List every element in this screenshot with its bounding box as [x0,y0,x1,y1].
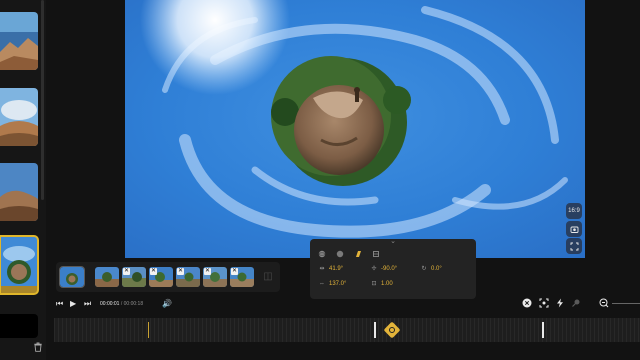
clip-item[interactable]: ✕ [176,267,200,287]
media-thumb-empty[interactable] [0,314,38,338]
focus-target-icon[interactable] [538,298,549,309]
media-thumb-coast[interactable] [0,12,38,70]
strip-scrollbar[interactable] [41,0,44,200]
clip-remove-icon[interactable]: ✕ [231,268,238,275]
timeline-ticks [54,318,640,342]
screenshot-icon[interactable] [566,221,582,237]
lightning-icon[interactable] [554,298,565,309]
skip-back-icon[interactable]: ⏮ [56,299,63,309]
playhead-marker[interactable] [148,322,149,338]
keyframe-marker[interactable] [374,322,376,338]
zoom-slider-track[interactable] [612,303,640,304]
yaw-icon: ⇔ [319,281,325,287]
fov-icon: ⇹ [319,266,325,272]
layers-icon[interactable] [372,250,380,258]
roll-icon: ↻ [421,266,427,272]
clip-remove-icon[interactable]: ✕ [123,268,130,275]
media-thumb-planet-1[interactable] [0,88,38,146]
zoom-value: 1.00 [381,281,393,287]
media-thumb-tiny-planet-selected[interactable] [0,235,39,295]
add-clip-icon[interactable]: ◫ [262,271,274,283]
circle-icon[interactable] [336,250,344,258]
close-circle-icon[interactable] [521,298,532,309]
pin-icon[interactable] [570,298,581,309]
trash-icon[interactable] [33,342,43,352]
view-params-panel: ⌄ ⇹ 41.9° ✢ -90.0° ↻ 0.0° ⇔ 137.0° ⊡ 1.00 [310,238,476,299]
video-preview[interactable] [125,0,585,258]
zoom-param[interactable]: ⊡ 1.00 [370,280,393,288]
clip-item[interactable]: ✕ [230,267,254,287]
clip-item[interactable] [59,266,85,288]
fullscreen-icon[interactable] [566,238,582,254]
roll-param[interactable]: ↻ 0.0° [420,265,442,273]
yaw-param[interactable]: ⇔ 137.0° [318,280,346,288]
zoom-out-icon[interactable] [598,298,609,309]
clip-row: ✕ ✕ ✕ ✕ ✕ ◫ [56,262,280,292]
keyframe-marker[interactable] [542,322,544,338]
collapse-chevron-icon[interactable]: ⌄ [388,238,398,245]
timecode: 00:00:01 / 00:00:18 [100,300,143,308]
sphere-icon[interactable] [318,250,326,258]
fov-value: 41.9° [329,266,344,272]
timeline[interactable] [54,318,640,342]
clip-item[interactable]: ✕ [203,267,227,287]
pitch-icon: ✢ [371,266,377,272]
play-icon[interactable]: ▶ [70,299,76,309]
keyframe-dot [389,327,395,333]
total-time: 00:00:18 [123,301,144,307]
current-time: 00:00:01 [100,301,120,307]
media-thumb-rocks[interactable] [0,163,38,221]
clip-remove-icon[interactable]: ✕ [204,268,211,275]
media-library-strip [0,0,46,360]
pitch-value: -90.0° [381,266,398,272]
volume-icon[interactable]: 🔊 [162,299,172,309]
yaw-value: 137.0° [329,281,347,287]
skip-forward-icon[interactable]: ⏭ [84,299,91,309]
pitch-param[interactable]: ✢ -90.0° [370,265,397,273]
clip-item[interactable] [95,267,119,287]
clip-item[interactable]: ✕ [149,267,173,287]
clip-remove-icon[interactable]: ✕ [150,268,157,275]
keyframe-icon[interactable] [354,250,362,258]
zoom-icon: ⊡ [371,281,377,287]
fov-param[interactable]: ⇹ 41.9° [318,265,343,273]
preview-side-area [585,0,640,292]
aspect-ratio-button[interactable]: 16:9 [566,203,582,219]
clip-item[interactable]: ✕ [122,267,146,287]
clip-remove-icon[interactable]: ✕ [177,268,184,275]
roll-value: 0.0° [431,266,442,272]
